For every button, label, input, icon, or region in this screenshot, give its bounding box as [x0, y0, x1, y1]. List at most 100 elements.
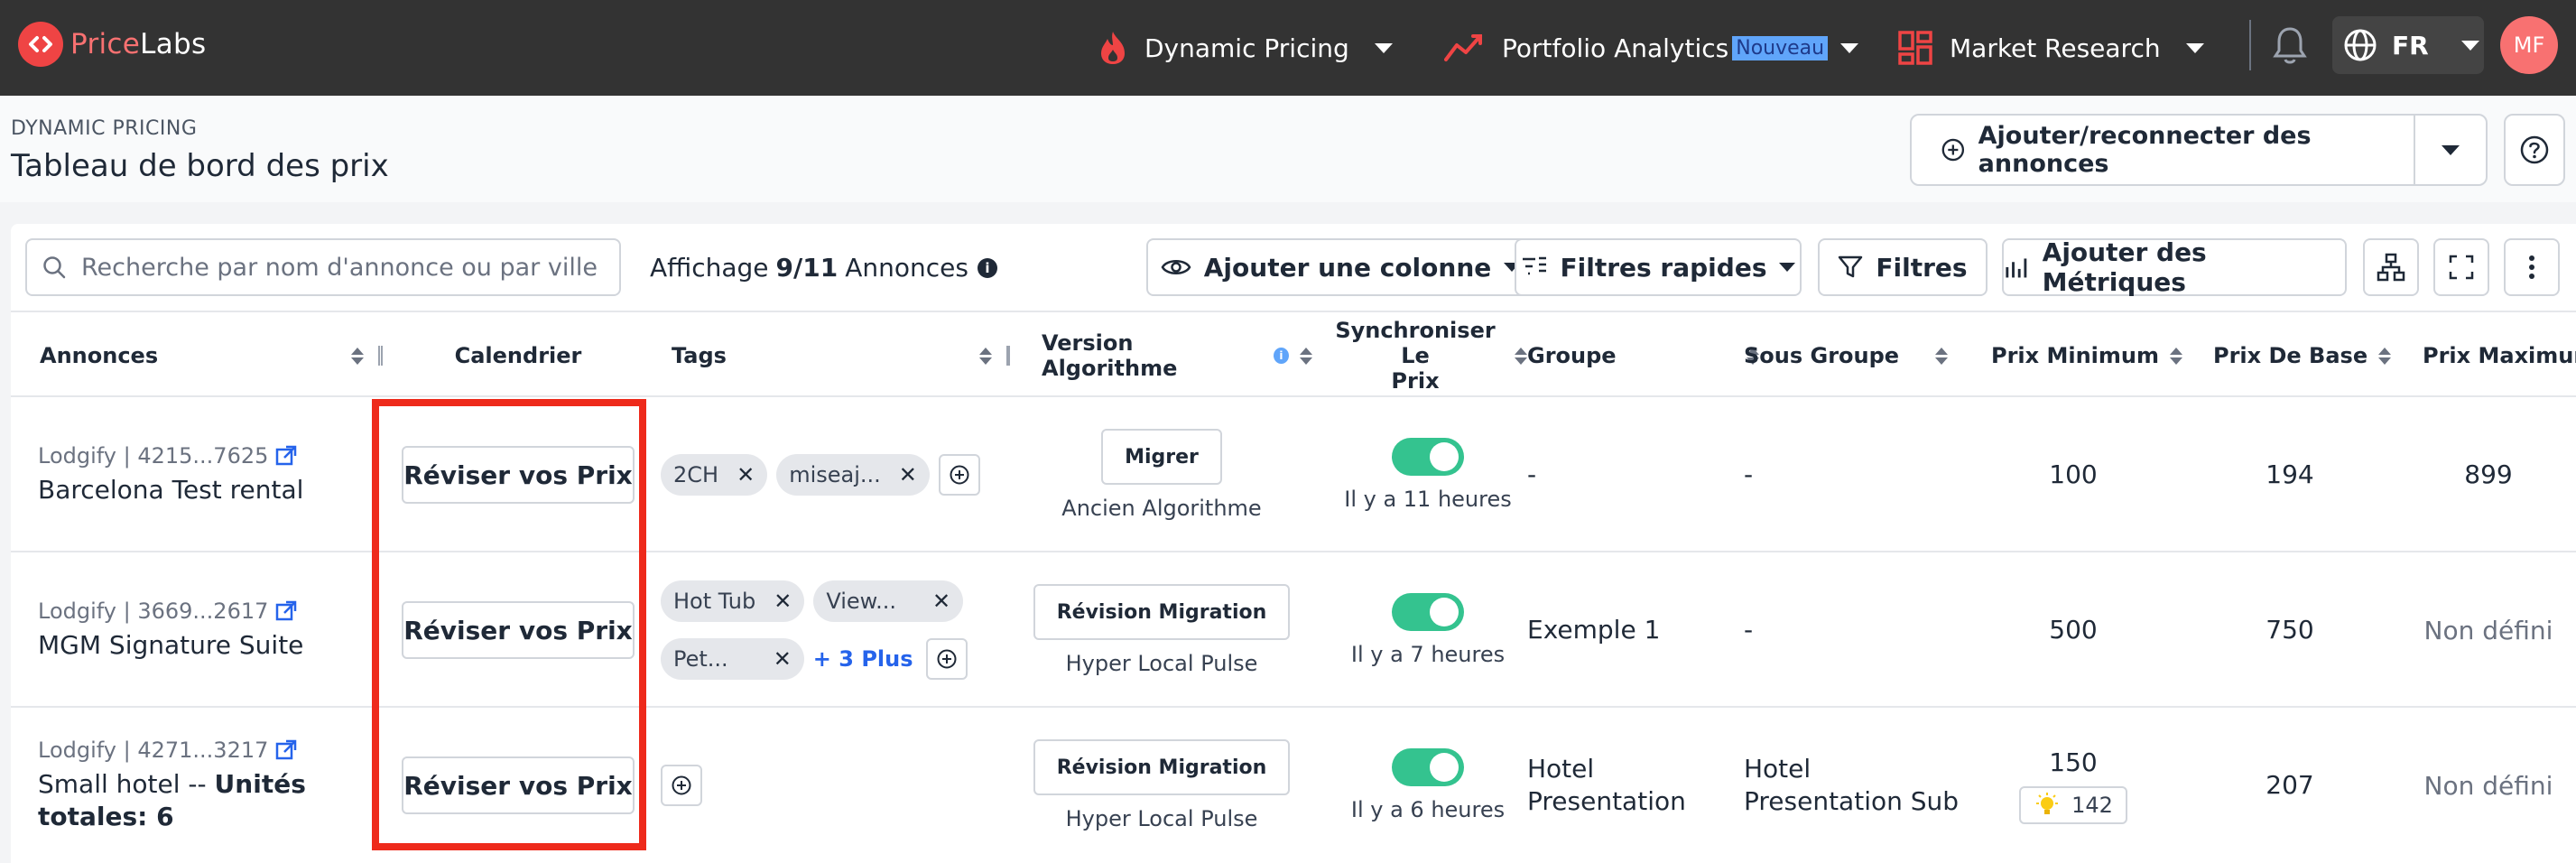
showing-prefix: Affichage: [650, 253, 769, 283]
column-header-max-price[interactable]: Prix Maximum: [2423, 312, 2576, 399]
plus-circle-icon: [672, 775, 691, 795]
remove-tag-icon[interactable]: ✕: [774, 589, 792, 614]
pricelabs-logo[interactable]: PriceLabs: [18, 22, 206, 67]
column-header-sync[interactable]: Synchroniser Le Prix: [1321, 312, 1527, 399]
external-link-icon[interactable]: [275, 445, 297, 467]
info-icon[interactable]: i: [1273, 348, 1289, 364]
listing-name[interactable]: Small hotel -- Unités totales: 6: [38, 768, 372, 833]
remove-tag-icon[interactable]: ✕: [737, 462, 755, 487]
column-header-tags[interactable]: Tags: [672, 312, 1010, 399]
max-price-value[interactable]: Non défini: [2424, 616, 2553, 645]
external-link-icon[interactable]: [275, 600, 297, 622]
sort-icon[interactable]: [351, 347, 365, 365]
column-label: Tags: [672, 343, 727, 368]
trend-chart-icon: [1444, 34, 1482, 61]
page-title: Tableau de bord des prix: [11, 148, 389, 184]
sort-icon[interactable]: [1300, 347, 1312, 365]
info-icon[interactable]: i: [977, 257, 997, 278]
add-reconnect-main[interactable]: Ajouter/reconnecter des annonces: [1912, 116, 2415, 184]
max-price-cell: 899: [2412, 397, 2565, 552]
group-cell: Exemple 1: [1527, 552, 1726, 708]
listing-name[interactable]: MGM Signature Suite: [38, 629, 372, 662]
sitemap-icon: [2377, 253, 2405, 282]
subgroup-value-line: Presentation Sub: [1744, 786, 1960, 816]
nav-market-research[interactable]: Market Research: [1897, 23, 2204, 72]
review-migration-button[interactable]: Révision Migration: [1033, 739, 1291, 795]
sort-icon[interactable]: [2378, 347, 2392, 365]
language-selector[interactable]: FR: [2332, 16, 2484, 74]
chevron-down-icon: [2442, 144, 2460, 155]
column-header-min-price[interactable]: Prix Minimum: [1991, 312, 2208, 399]
remove-tag-icon[interactable]: ✕: [899, 462, 917, 487]
add-reconnect-listings-button[interactable]: Ajouter/reconnecter des annonces: [1910, 114, 2488, 186]
add-tag-button[interactable]: [938, 454, 980, 496]
filters-button[interactable]: Filtres: [1818, 238, 1988, 296]
algorithm-version: Ancien Algorithme: [1061, 496, 1262, 521]
sync-toggle[interactable]: [1392, 438, 1464, 476]
filters-label: Filtres: [1876, 252, 1968, 283]
column-resize-handle[interactable]: [1005, 346, 1010, 366]
algorithm-cell: Migrer Ancien Algorithme: [1031, 397, 1293, 552]
sort-icon[interactable]: [1515, 347, 1527, 365]
base-price-value[interactable]: 194: [2266, 459, 2313, 491]
more-tags-link[interactable]: + 3 Plus: [813, 646, 913, 672]
tags-cell: [661, 708, 1022, 863]
listings-count: Affichage 9/11 Annonces i: [650, 253, 997, 283]
chevron-down-icon: [1779, 263, 1796, 272]
max-price-value[interactable]: Non défini: [2424, 771, 2553, 801]
recommendation-value: 142: [2071, 793, 2113, 818]
sync-toggle[interactable]: [1392, 748, 1464, 786]
algorithm-version: Hyper Local Pulse: [1065, 806, 1258, 831]
base-price-value[interactable]: 207: [2266, 769, 2313, 802]
max-price-value[interactable]: 899: [2464, 459, 2512, 491]
user-avatar[interactable]: MF: [2500, 16, 2558, 74]
min-price-value[interactable]: 500: [2049, 614, 2097, 646]
search-input[interactable]: [81, 253, 605, 282]
sort-icon[interactable]: [2170, 347, 2183, 365]
add-tag-button[interactable]: [925, 638, 968, 680]
max-price-cell: Non défini: [2412, 552, 2565, 708]
help-button[interactable]: [2504, 114, 2565, 186]
price-recommendation-chip[interactable]: 142: [2019, 786, 2127, 824]
more-options-button[interactable]: [2504, 238, 2560, 296]
add-metrics-button[interactable]: Ajouter des Métriques: [2002, 237, 2347, 297]
sync-cell: Il y a 7 heures: [1311, 552, 1545, 708]
sync-toggle[interactable]: [1392, 593, 1464, 631]
listing-name[interactable]: Barcelona Test rental: [38, 474, 372, 506]
add-tag-button[interactable]: [661, 765, 702, 806]
base-price-value[interactable]: 750: [2266, 614, 2313, 646]
column-header-group[interactable]: Groupe: [1527, 312, 1759, 399]
review-migration-button[interactable]: Révision Migration: [1033, 584, 1291, 640]
add-reconnect-dropdown[interactable]: [2415, 144, 2486, 155]
tags-cell: Hot Tub ✕ View... ✕ Pet... ✕ + 3 Plus: [661, 552, 1022, 708]
remove-tag-icon[interactable]: ✕: [774, 646, 792, 672]
fullscreen-button[interactable]: [2433, 238, 2489, 296]
sort-icon[interactable]: [978, 347, 992, 365]
min-price-cell: 100: [1988, 397, 2159, 552]
migrate-button[interactable]: Migrer: [1101, 429, 1222, 485]
nav-dynamic-pricing[interactable]: Dynamic Pricing: [1098, 23, 1393, 72]
chevron-down-icon: [2460, 40, 2479, 51]
min-price-value[interactable]: 100: [2049, 459, 2097, 491]
sort-icon[interactable]: [1935, 347, 1949, 365]
add-column-button[interactable]: Ajouter une colonne: [1146, 238, 1534, 296]
showing-suffix: Annonces: [845, 253, 968, 283]
column-header-base-price[interactable]: Prix De Base: [2213, 312, 2430, 399]
tag-label: View...: [826, 589, 896, 614]
min-price-value[interactable]: 150: [2049, 747, 2097, 779]
column-header-subgroup[interactable]: Sous Groupe: [1744, 312, 1951, 399]
new-badge: Nouveau: [1732, 35, 1829, 60]
remove-tag-icon[interactable]: ✕: [932, 589, 950, 614]
listing-cell: Lodgify | 4215...7625 Barcelona Test ren…: [38, 397, 372, 552]
notifications-bell-icon[interactable]: [2271, 25, 2309, 70]
group-value: Hotel Presentation: [1527, 753, 1726, 818]
nav-divider: [2249, 20, 2251, 70]
group-value-line: Presentation: [1527, 786, 1686, 816]
search-box[interactable]: [25, 238, 621, 296]
column-header-listings[interactable]: Annonces: [40, 312, 383, 399]
hierarchy-view-button[interactable]: [2363, 238, 2419, 296]
external-link-icon[interactable]: [275, 739, 297, 761]
quick-filters-button[interactable]: Filtres rapides: [1515, 238, 1802, 296]
column-header-algorithm[interactable]: Version Algorithme i: [1042, 312, 1312, 399]
nav-portfolio-analytics[interactable]: Portfolio Analytics Nouveau: [1444, 23, 1859, 72]
